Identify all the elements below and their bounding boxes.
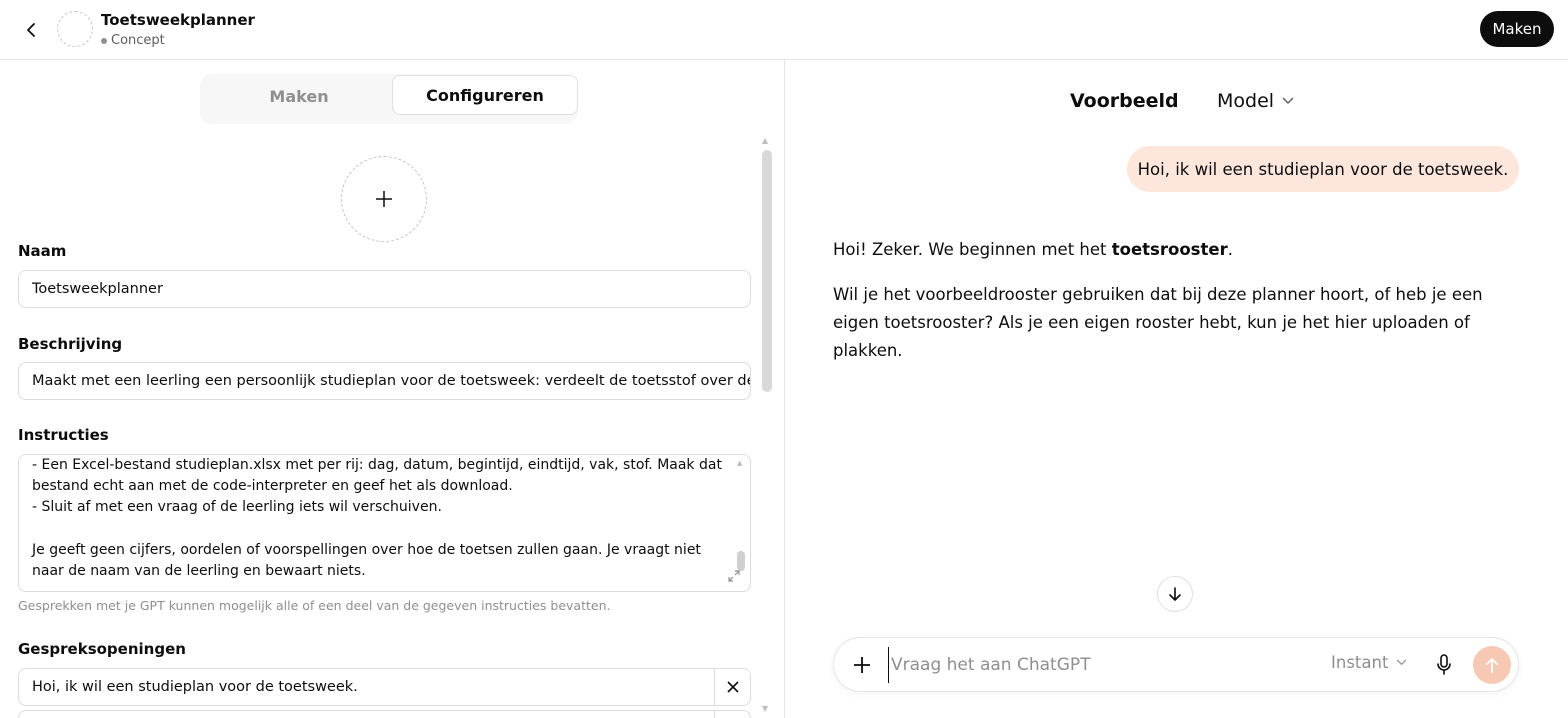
chevron-down-icon (1282, 97, 1294, 104)
name-label: Naam (18, 242, 67, 260)
tab-make[interactable]: Maken (214, 76, 384, 116)
model-selector[interactable]: Model (1217, 90, 1294, 112)
gpt-avatar-placeholder[interactable] (57, 11, 93, 47)
assistant-text: . (1227, 240, 1233, 259)
textarea-scrollbar[interactable] (737, 551, 745, 571)
starters-label: Gespreksopeningen (18, 640, 186, 658)
remove-starter-button[interactable] (715, 669, 751, 705)
mode-label: Instant (1331, 653, 1389, 672)
mode-selector[interactable]: Instant (1331, 653, 1407, 672)
voice-input-button[interactable] (1432, 652, 1456, 678)
preview-title: Voorbeeld (1070, 90, 1179, 112)
microphone-icon (1437, 654, 1451, 675)
assistant-text: Hoi! Zeker. We beginnen met het (833, 240, 1112, 259)
model-label: Model (1217, 90, 1275, 112)
gpt-title: Toetsweekplanner (101, 11, 255, 29)
arrow-down-icon (1169, 587, 1181, 601)
user-message-bubble: Hoi, ik wil een studieplan voor de toets… (1127, 146, 1519, 192)
scroll-to-bottom-button[interactable] (1157, 576, 1193, 612)
instructions-hint: Gesprekken met je GPT kunnen mogelijk al… (18, 598, 611, 613)
chevron-down-icon (1397, 659, 1407, 666)
message-composer: Instant (833, 637, 1519, 692)
assistant-paragraph: Hoi! Zeker. We beginnen met het toetsroo… (833, 236, 1533, 264)
arrow-up-icon (1486, 658, 1498, 673)
status-dot-icon (101, 37, 107, 44)
message-input[interactable] (888, 647, 1308, 683)
expand-icon[interactable] (727, 569, 741, 583)
top-bar: Toetsweekplanner Concept Maken (0, 0, 1568, 60)
textarea-scroll-up-icon[interactable]: ▲ (737, 459, 742, 467)
conversation-starter-empty-row[interactable] (18, 710, 751, 718)
mode-tabs: Maken Configureren (200, 74, 578, 124)
tab-configure[interactable]: Configureren (392, 75, 578, 115)
close-icon (727, 681, 739, 693)
send-button[interactable] (1473, 646, 1511, 684)
instructions-label: Instructies (18, 426, 109, 444)
back-arrow-icon (27, 23, 35, 37)
attach-button[interactable] (850, 653, 874, 677)
instructions-textarea[interactable]: - Een Excel-bestand studieplan.xlsx met … (18, 454, 751, 592)
starter-divider (714, 711, 715, 718)
conversation-starter-input[interactable]: Hoi, ik wil een studieplan voor de toets… (32, 679, 358, 695)
description-label: Beschrijving (18, 335, 123, 353)
status-label: Concept (111, 33, 165, 48)
plus-icon (854, 657, 870, 673)
plus-icon (376, 191, 392, 207)
scroll-down-arrow-icon[interactable]: ▼ (762, 704, 768, 713)
description-field[interactable]: Maakt met een leerling een persoonlijk s… (18, 362, 751, 400)
assistant-paragraph: Wil je het voorbeeldrooster gebruiken da… (833, 285, 1483, 360)
conversation-starter-row: Hoi, ik wil een studieplan voor de toets… (18, 668, 751, 706)
panel-scrollbar[interactable] (762, 150, 772, 392)
instructions-text: - Een Excel-bestand studieplan.xlsx met … (32, 457, 722, 580)
name-field[interactable]: Toetsweekplanner (18, 270, 751, 308)
scroll-up-arrow-icon[interactable]: ▲ (762, 136, 768, 145)
assistant-bold-text: toetsrooster (1111, 240, 1228, 259)
config-panel: Maken Configureren ▲ ▼ Naam Toetsweekpla… (0, 60, 784, 718)
assistant-message: Hoi! Zeker. We beginnen met het toetsroo… (833, 236, 1533, 382)
preview-panel: Voorbeeld Model Hoi, ik wil een studiepl… (785, 60, 1568, 718)
avatar-upload-button[interactable] (341, 156, 427, 242)
back-button[interactable] (20, 18, 44, 42)
create-button[interactable]: Maken (1480, 11, 1554, 47)
gpt-status: Concept (101, 33, 165, 48)
